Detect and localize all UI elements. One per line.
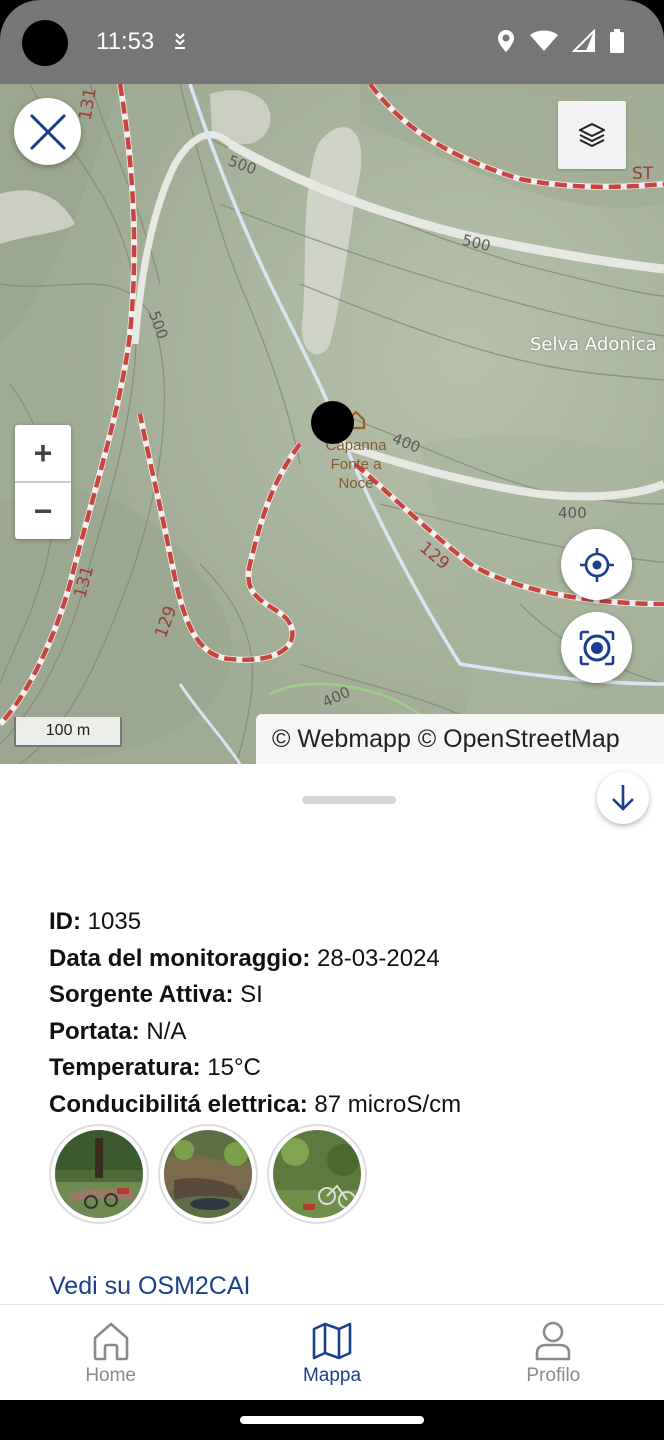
- profile-icon: [536, 1321, 571, 1361]
- layers-button[interactable]: [558, 101, 626, 169]
- map-icon: [312, 1322, 352, 1360]
- poi-label-line: Noce: [338, 475, 374, 492]
- zoom-control: + −: [15, 425, 71, 539]
- photo-thumbnail[interactable]: [158, 1124, 258, 1224]
- photo-thumbnail[interactable]: [49, 1124, 149, 1224]
- detail-value: N/A: [139, 1017, 187, 1045]
- wifi-icon: [530, 30, 558, 51]
- view-on-osm2cai-link[interactable]: Vedi su OSM2CAI: [49, 1272, 250, 1301]
- zoom-in-button[interactable]: +: [15, 425, 71, 481]
- signal-icon: [572, 29, 595, 52]
- detail-value: 15°C: [200, 1054, 261, 1082]
- download-button[interactable]: [597, 772, 649, 824]
- sheet-drag-handle[interactable]: [302, 796, 396, 804]
- nav-label: Profilo: [526, 1365, 581, 1386]
- trail-code-label: ST: [632, 164, 654, 184]
- detail-value: 87 microS/cm: [307, 1090, 462, 1118]
- locate-me-button[interactable]: [561, 529, 632, 600]
- home-icon: [93, 1322, 128, 1361]
- focus-target-icon: [579, 630, 614, 665]
- nav-item-map[interactable]: Mappa: [221, 1305, 442, 1400]
- scale-bar: 100 m: [14, 717, 122, 747]
- bike-vegetation-photo: [273, 1130, 361, 1218]
- detail-label: Portata:: [49, 1017, 140, 1045]
- detail-label: ID:: [49, 908, 81, 935]
- detail-flow: Portata: N/A: [49, 1014, 461, 1051]
- place-label: Selva Adonica: [530, 334, 657, 355]
- contour-label: 400: [558, 504, 587, 522]
- map-view[interactable]: 131 131 129 129 500 500 500 400 400 400 …: [0, 84, 664, 764]
- crosshair-icon: [579, 547, 614, 582]
- nav-item-profile[interactable]: Profilo: [443, 1305, 664, 1400]
- camera-cutout: [22, 20, 68, 66]
- detail-value: 1035: [81, 908, 142, 935]
- nav-item-home[interactable]: Home: [0, 1305, 221, 1400]
- detail-conductivity: Conducibilitá elettrica: 87 microS/cm: [49, 1087, 461, 1124]
- detail-value: SI: [233, 981, 263, 1009]
- monitoring-details: ID: 1035 Data del monitoraggio: 28-03-20…: [49, 904, 461, 1124]
- detail-label: Data del monitoraggio:: [49, 944, 311, 972]
- detail-date: Data del monitoraggio: 28-03-2024: [49, 941, 461, 978]
- center-map-button[interactable]: [561, 612, 632, 683]
- nav-label: Home: [85, 1365, 136, 1386]
- detail-id: ID: 1035: [49, 904, 461, 941]
- status-icons: [496, 28, 624, 54]
- photo-thumbnail[interactable]: [267, 1124, 367, 1224]
- detail-label: Conducibilitá elettrica:: [49, 1090, 308, 1118]
- arrow-down-icon: [612, 785, 634, 811]
- nav-label: Mappa: [302, 1365, 362, 1386]
- detail-label: Temperatura:: [49, 1054, 201, 1082]
- poi-label: Capanna Fonte a Noce: [318, 436, 394, 493]
- close-icon: [29, 113, 66, 150]
- location-icon: [498, 30, 514, 52]
- gesture-bar: [0, 1400, 664, 1440]
- forest-photo: [55, 1130, 143, 1218]
- status-bar: 11:53: [0, 0, 664, 84]
- detail-temperature: Temperatura: 15°C: [49, 1050, 461, 1087]
- layers-icon: [579, 123, 605, 147]
- gesture-handle[interactable]: [240, 1416, 424, 1424]
- selected-location-marker[interactable]: [311, 401, 354, 444]
- close-button[interactable]: [14, 98, 81, 165]
- download-icon: [175, 33, 185, 49]
- photo-gallery: [49, 1124, 367, 1224]
- map-attribution[interactable]: © Webmapp © OpenStreetMap: [256, 714, 664, 764]
- poi-label-line: Fonte a: [330, 456, 382, 473]
- detail-value: 28-03-2024: [310, 944, 440, 972]
- status-time: 11:53: [96, 28, 155, 55]
- detail-source-active: Sorgente Attiva: SI: [49, 977, 461, 1014]
- bottom-navigation: Home Mappa Profilo: [0, 1304, 664, 1400]
- detail-label: Sorgente Attiva:: [49, 981, 234, 1009]
- zoom-out-button[interactable]: −: [15, 483, 71, 539]
- spring-rocks-photo: [164, 1130, 252, 1218]
- details-sheet: ID: 1035 Data del monitoraggio: 28-03-20…: [0, 764, 664, 1304]
- battery-icon: [610, 29, 624, 53]
